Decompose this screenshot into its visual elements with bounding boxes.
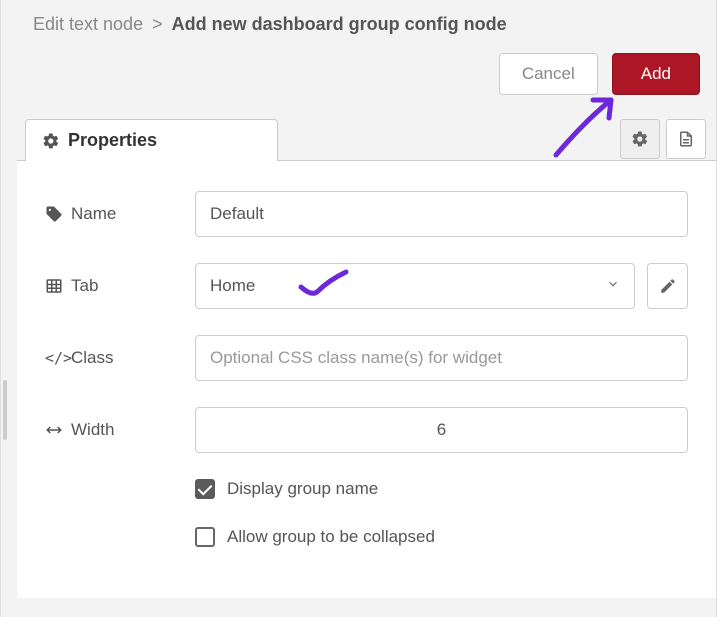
breadcrumb-current: Add new dashboard group config node [172, 14, 507, 34]
document-icon [677, 130, 695, 148]
breadcrumb: Edit text node > Add new dashboard group… [17, 0, 716, 53]
node-settings-button[interactable] [620, 119, 660, 159]
width-input[interactable] [195, 407, 688, 453]
cancel-button[interactable]: Cancel [499, 53, 598, 95]
tab-properties-label: Properties [68, 130, 157, 151]
breadcrumb-parent[interactable]: Edit text node [33, 14, 143, 34]
width-label: Width [45, 420, 195, 440]
pencil-icon [659, 277, 677, 295]
table-icon [45, 277, 63, 295]
add-button[interactable]: Add [612, 53, 700, 95]
class-input[interactable] [195, 335, 688, 381]
code-icon: </> [45, 349, 63, 367]
display-group-name-checkbox[interactable] [195, 479, 215, 499]
tab-properties[interactable]: Properties [25, 119, 278, 161]
tag-icon [45, 205, 63, 223]
name-label: Name [45, 204, 195, 224]
chevron-down-icon [606, 276, 620, 296]
tab-select[interactable]: Home [195, 263, 635, 309]
name-input[interactable] [195, 191, 688, 237]
chevron-right-icon: > [152, 14, 163, 34]
allow-collapse-label: Allow group to be collapsed [227, 527, 435, 547]
gear-icon [631, 130, 649, 148]
left-resize-rail[interactable] [1, 0, 9, 617]
tab-label: Tab [45, 276, 195, 296]
tab-select-value: Home [210, 276, 255, 296]
display-group-name-label: Display group name [227, 479, 378, 499]
gear-icon [42, 132, 60, 150]
allow-collapse-checkbox[interactable] [195, 527, 215, 547]
class-label: </> Class [45, 348, 195, 368]
node-info-button[interactable] [666, 119, 706, 159]
edit-tab-button[interactable] [647, 263, 688, 309]
arrows-horizontal-icon [45, 421, 63, 439]
